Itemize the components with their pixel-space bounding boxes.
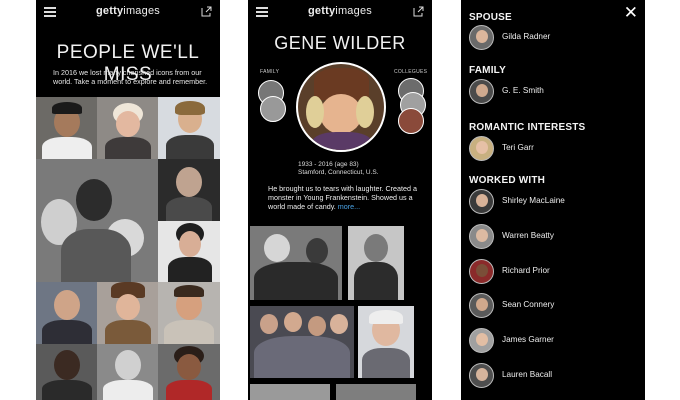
photo-tile-1[interactable] [36, 97, 97, 159]
person-name: Richard Prior [502, 266, 550, 275]
photo-tile-10[interactable] [36, 344, 97, 400]
avatar [469, 293, 494, 318]
photo-tile-7[interactable] [36, 282, 97, 344]
section-heading-worked-with: WORKED WITH [469, 175, 546, 186]
connections-screen: ✕ SPOUSE Gilda Radner FAMILY G. E. Smith… [461, 0, 645, 400]
more-link[interactable]: more... [338, 202, 360, 211]
person-item[interactable]: Shirley MacLaine [469, 189, 639, 215]
avatar [469, 328, 494, 353]
colleague-avatar-3[interactable] [398, 108, 424, 134]
person-item[interactable]: Richard Prior [469, 259, 639, 285]
photo-tile-3[interactable] [158, 97, 220, 159]
avatar [469, 79, 494, 104]
section-heading-spouse: SPOUSE [469, 12, 512, 23]
life-dates: 1933 - 2016 (age 83) Stamford, Connectic… [298, 161, 379, 176]
app-logo: gettyimages [96, 5, 160, 17]
person-item[interactable]: Lauren Bacall [469, 363, 639, 389]
person-item[interactable]: Warren Beatty [469, 224, 639, 250]
top-bar: gettyimages [36, 0, 220, 24]
avatar [469, 259, 494, 284]
person-name: James Garner [502, 335, 554, 344]
person-name: Lauren Bacall [502, 370, 553, 379]
share-icon[interactable] [201, 6, 212, 17]
top-bar: gettyimages [248, 0, 432, 24]
avatar [469, 224, 494, 249]
bio-text: He brought us to tears with laughter. Cr… [268, 184, 418, 212]
person-item[interactable]: James Garner [469, 328, 639, 354]
person-name: Warren Beatty [502, 231, 555, 240]
section-heading-romantic-interests: ROMANTIC INTERESTS [469, 122, 586, 133]
avatar [469, 136, 494, 161]
person-name: Gilda Radner [502, 32, 551, 41]
photo-tile-2[interactable] [97, 97, 158, 159]
person-name: Shirley MacLaine [502, 196, 565, 205]
person-name: GENE WILDER [274, 33, 406, 53]
family-avatar-2[interactable] [260, 96, 286, 122]
person-name: Sean Connery [502, 300, 555, 309]
app-logo: gettyimages [308, 5, 372, 17]
people-we-will-miss-screen: gettyimages PEOPLE WE'LL MISS In 2016 we… [36, 0, 220, 400]
gallery-photo-1[interactable] [250, 226, 342, 300]
photo-tile-8[interactable] [97, 282, 158, 344]
close-icon[interactable]: ✕ [624, 4, 638, 21]
gallery-photo-3[interactable] [250, 306, 354, 378]
person-item[interactable]: Gilda Radner [469, 25, 639, 51]
gallery-photo-2[interactable] [348, 226, 404, 300]
section-heading-family: FAMILY [469, 65, 506, 76]
avatar [469, 25, 494, 50]
person-item[interactable]: Sean Connery [469, 293, 639, 319]
photo-tile-12[interactable] [158, 344, 220, 400]
photo-tile-5[interactable] [158, 159, 220, 221]
gallery-photo-4[interactable] [358, 306, 414, 378]
avatar [469, 189, 494, 214]
person-name: G. E. Smith [502, 86, 544, 95]
family-label: FAMILY [260, 69, 280, 75]
person-item[interactable]: Teri Garr [469, 136, 639, 162]
person-name: Teri Garr [502, 143, 534, 152]
share-icon[interactable] [413, 6, 424, 17]
person-item[interactable]: G. E. Smith [469, 79, 639, 105]
gallery-photo-5[interactable] [250, 384, 330, 400]
intro-text: In 2016 we lost many cherished icons fro… [53, 68, 208, 86]
person-detail-screen: gettyimages GENE WILDER FAMILY COLLEGUES… [248, 0, 432, 400]
photo-tile-9[interactable] [158, 282, 220, 344]
colleagues-label: COLLEGUES [394, 69, 428, 75]
profile-photo [296, 62, 386, 152]
photo-tile-11[interactable] [97, 344, 158, 400]
avatar [469, 363, 494, 388]
gallery-photo-6[interactable] [336, 384, 416, 400]
photo-tile-6[interactable] [158, 221, 220, 282]
photo-tile-4[interactable] [36, 159, 158, 282]
